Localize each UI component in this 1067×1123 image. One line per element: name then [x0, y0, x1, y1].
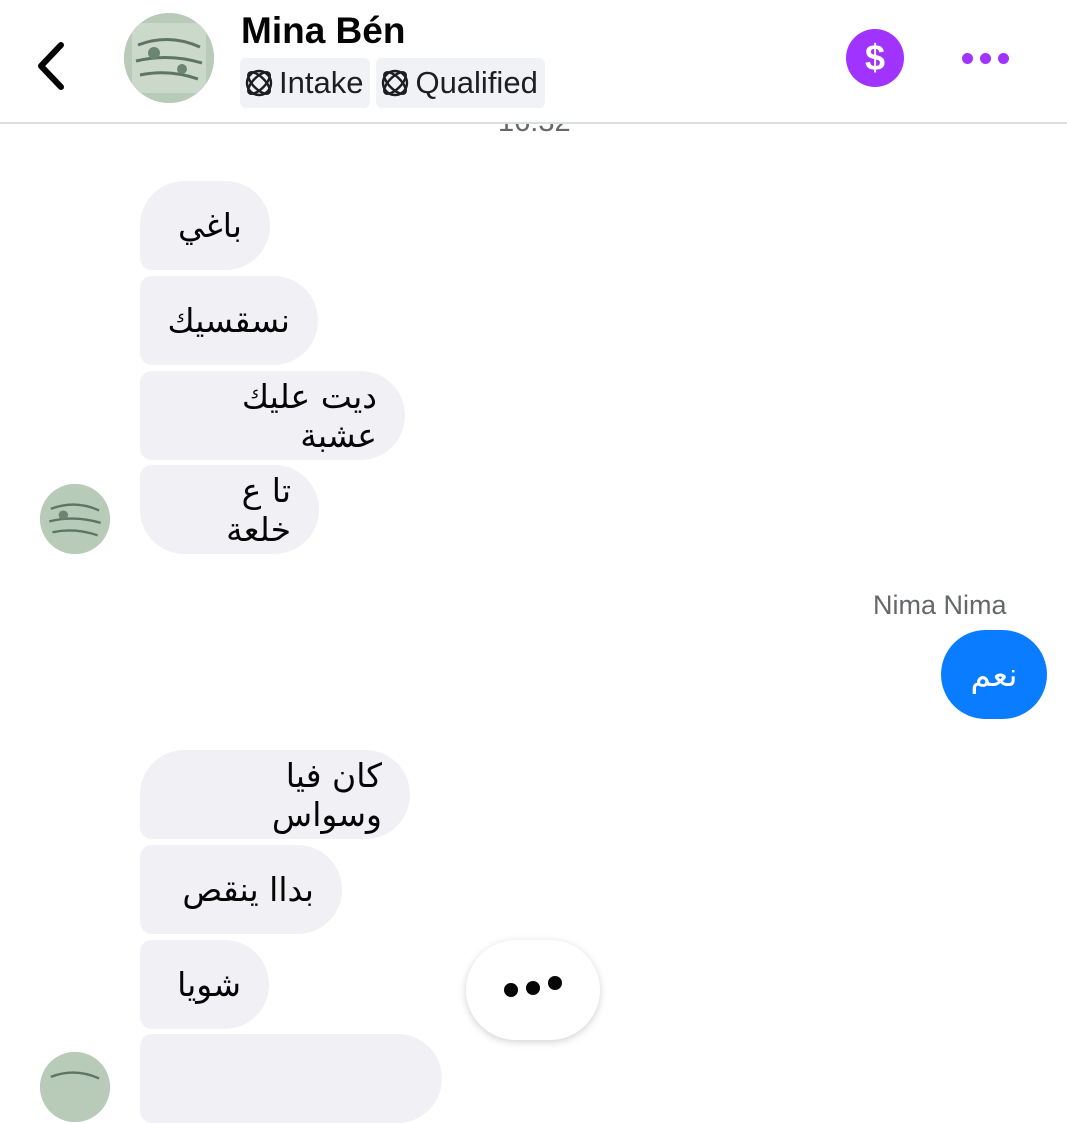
contact-avatar-small[interactable]: [40, 1052, 110, 1122]
tag-qualified[interactable]: Qualified: [376, 58, 545, 108]
more-options-button[interactable]: [955, 40, 1015, 76]
back-button[interactable]: [22, 36, 78, 96]
contact-name[interactable]: Mina Bén: [241, 10, 405, 52]
incoming-message[interactable]: شويا: [140, 940, 269, 1029]
tag-icon: [245, 69, 273, 97]
conversation-header: Mina Bén Intake Qualified $: [0, 0, 1067, 124]
dollar-icon: $: [864, 37, 886, 78]
contact-tags: Intake Qualified: [240, 58, 545, 108]
contact-avatar-small[interactable]: [40, 484, 110, 554]
sender-name: Nima Nima: [873, 590, 1007, 620]
tag-intake[interactable]: Intake: [240, 58, 371, 108]
more-horizontal-icon: [961, 52, 973, 64]
incoming-message[interactable]: [140, 1034, 442, 1123]
chevron-left-icon: [38, 42, 64, 90]
outgoing-message[interactable]: نعم: [941, 630, 1047, 719]
payment-button[interactable]: $: [846, 29, 904, 87]
typing-indicator-icon: [504, 983, 518, 997]
contact-avatar[interactable]: [124, 13, 214, 103]
tag-label: Qualified: [415, 65, 538, 100]
incoming-message[interactable]: تا ع خلعة: [140, 465, 319, 554]
incoming-message[interactable]: باغي: [140, 181, 270, 270]
typing-indicator: [466, 940, 600, 1040]
incoming-message[interactable]: ديت عليك عشبة: [140, 371, 405, 460]
incoming-message[interactable]: كان فيا وسواس: [140, 750, 410, 839]
tag-label: Intake: [279, 65, 364, 100]
incoming-message[interactable]: نسقسيك: [140, 276, 318, 365]
incoming-message[interactable]: بداا ينقص: [140, 845, 342, 934]
tag-icon: [382, 69, 409, 97]
